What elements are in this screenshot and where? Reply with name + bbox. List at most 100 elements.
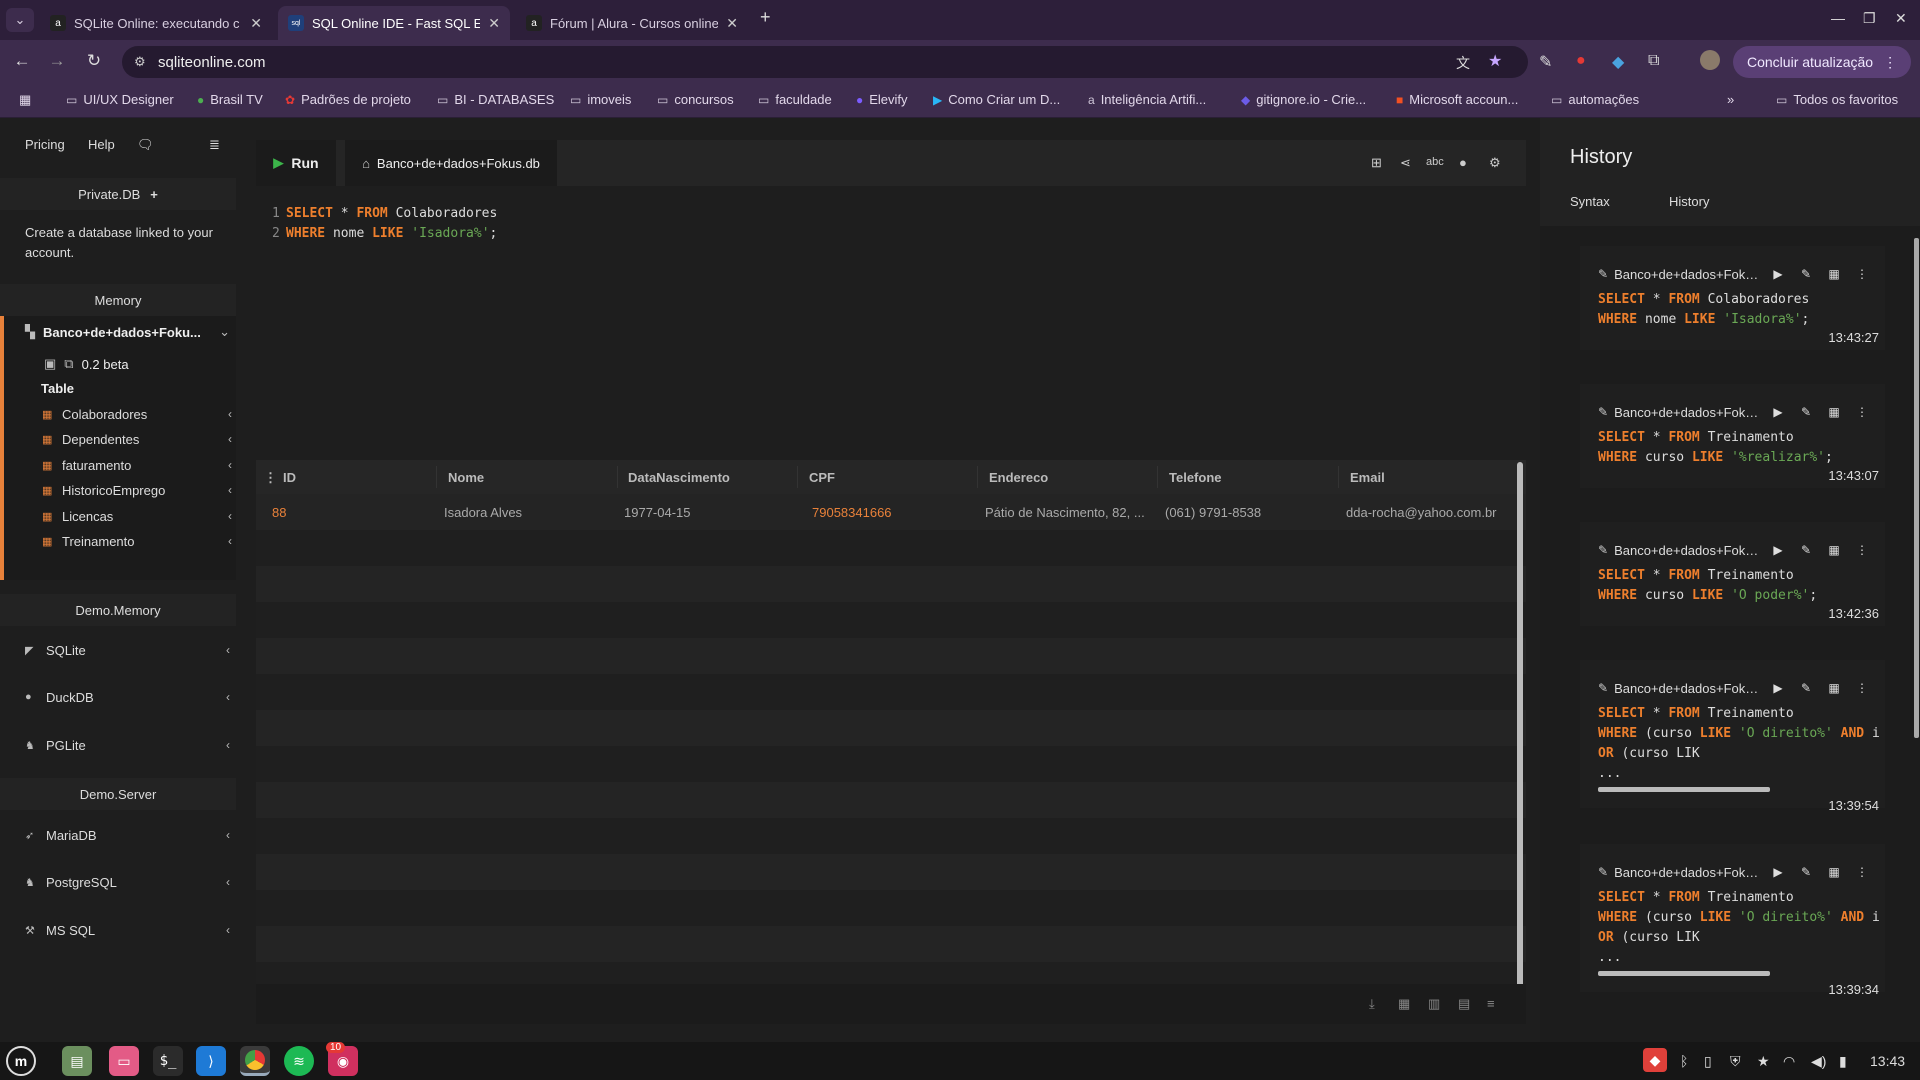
edit-icon[interactable]: ✎	[1795, 267, 1817, 281]
history-scrollbar[interactable]	[1914, 238, 1919, 738]
history-entry[interactable]: ✎ Banco+de+dados+Foku... ▶ ✎ ▦ ⋮ SELECT …	[1580, 384, 1885, 488]
cell-nome[interactable]: Isadora Alves	[444, 505, 609, 520]
edit-icon[interactable]: ✎	[1795, 681, 1817, 695]
grid-scrollbar[interactable]	[1517, 462, 1523, 996]
clipboard-icon[interactable]: ▯	[1704, 1053, 1712, 1070]
tab-history[interactable]: History	[1669, 194, 1709, 209]
col-header-cpf[interactable]: CPF	[809, 470, 835, 485]
table-item-treinamento[interactable]: ▦ Treinamento ‹	[42, 529, 232, 553]
play-icon[interactable]: ▶	[1767, 405, 1789, 419]
tab-syntax[interactable]: Syntax	[1570, 194, 1610, 209]
vscode-icon[interactable]: ⟩	[196, 1046, 226, 1076]
pricing-link[interactable]: Pricing	[25, 137, 65, 152]
tab-list-button[interactable]: ⌄	[6, 8, 34, 32]
play-icon[interactable]: ▶	[1767, 267, 1789, 281]
browser-tab-2[interactable]: sql SQL Online IDE - Fast SQL Ed ✕	[278, 6, 510, 40]
col-header-nome[interactable]: Nome	[448, 470, 484, 485]
settings-gear-icon[interactable]: ⚙	[1489, 155, 1501, 171]
browser-tab-1[interactable]: a SQLite Online: executando c ✕	[40, 6, 272, 40]
apps-grid-icon[interactable]: ▦	[19, 92, 31, 108]
table-item-colaboradores[interactable]: ▦ Colaboradores ‹	[42, 402, 232, 426]
maximize-icon[interactable]: ❐	[1863, 10, 1876, 27]
bookmark-10[interactable]: ◆ gitignore.io - Crie...	[1241, 92, 1366, 107]
share-icon[interactable]: ⋖	[1400, 155, 1411, 171]
engine-pglite[interactable]: ♞ PGLite ‹	[25, 733, 230, 757]
column-menu-icon[interactable]: ⋮	[264, 470, 277, 486]
chrome-icon[interactable]	[240, 1046, 270, 1076]
bookmark-6[interactable]: ▭ faculdade	[758, 92, 832, 107]
profile-avatar[interactable]	[1700, 50, 1720, 70]
list-icon[interactable]: ≡	[1487, 996, 1495, 1011]
bookmark-1[interactable]: ● Brasil TV	[197, 92, 263, 107]
grid-icon[interactable]: ▦	[1823, 681, 1845, 695]
bookmark-2[interactable]: ✿ Padrões de projeto	[285, 92, 411, 107]
bookmark-3[interactable]: ▭ BI - DATABASES	[437, 92, 554, 107]
database-stack-icon[interactable]: ≣	[209, 137, 220, 153]
add-tab-icon[interactable]: ⊞	[1371, 155, 1382, 171]
help-link[interactable]: Help	[88, 137, 115, 152]
address-bar[interactable]: ⚙ sqliteonline.com 文 ★	[122, 46, 1528, 78]
close-tab-icon[interactable]: ✕	[726, 15, 738, 32]
cell-datanascimento[interactable]: 1977-04-15	[624, 505, 789, 520]
col-header-email[interactable]: Email	[1350, 470, 1385, 485]
code-scrollbar[interactable]	[1598, 971, 1770, 976]
update-button[interactable]: Concluir atualização ⋮	[1733, 46, 1912, 78]
site-info-icon[interactable]: ⚙	[134, 54, 146, 70]
battery-icon[interactable]: ▮	[1839, 1053, 1847, 1070]
cell-id[interactable]: 88	[272, 505, 422, 520]
edit-icon[interactable]: ✎	[1795, 405, 1817, 419]
add-icon[interactable]: +	[150, 187, 158, 202]
bookmark-0[interactable]: ▭ UI/UX Designer	[66, 92, 174, 107]
browser-tab-3[interactable]: a Fórum | Alura - Cursos online ✕	[516, 6, 748, 40]
chevron-down-icon[interactable]: ⌄	[219, 324, 230, 340]
engine-duckdb[interactable]: ● DuckDB ‹	[25, 685, 230, 709]
close-tab-icon[interactable]: ✕	[488, 15, 500, 32]
folder-icon[interactable]: ▭	[109, 1046, 139, 1076]
edit-icon[interactable]: ✎	[1795, 543, 1817, 557]
engine-mssql[interactable]: ⚒ MS SQL ‹	[25, 918, 230, 942]
shield-icon[interactable]: ⛨	[1730, 1053, 1741, 1070]
table-view-icon[interactable]: ▦	[1398, 996, 1410, 1012]
run-button[interactable]: ▶ Run	[256, 140, 336, 186]
user-icon[interactable]: ●	[1459, 155, 1467, 170]
private-db-header[interactable]: Private.DB +	[0, 178, 236, 210]
record-extension-icon[interactable]: ●	[1576, 52, 1586, 70]
play-icon[interactable]: ▶	[1767, 543, 1789, 557]
engine-mariadb[interactable]: ➶ MariaDB ‹	[25, 823, 230, 847]
cell-telefone[interactable]: (061) 9791-8538	[1165, 505, 1330, 520]
db-entry[interactable]: ▚ Banco+de+dados+Foku... ⌄	[25, 324, 230, 340]
spellcheck-icon[interactable]: abc	[1426, 156, 1444, 168]
grid-icon[interactable]: ▦	[1823, 405, 1845, 419]
bluetooth-icon[interactable]: ᛒ	[1680, 1053, 1688, 1069]
cell-cpf[interactable]: 79058341666	[812, 505, 972, 520]
notes-icon[interactable]: ▤	[1458, 996, 1470, 1012]
schema-icon[interactable]: ⧉	[64, 356, 73, 372]
edit-icon[interactable]: ✎	[1795, 865, 1817, 879]
chart-icon[interactable]: ▥	[1428, 996, 1440, 1012]
cell-email[interactable]: dda-rocha@yahoo.com.br	[1346, 505, 1516, 520]
col-header-telefone[interactable]: Telefone	[1169, 470, 1222, 485]
engine-postgresql[interactable]: ♞ PostgreSQL ‹	[25, 870, 230, 894]
terminal-icon[interactable]: $_	[153, 1046, 183, 1076]
close-tab-icon[interactable]: ✕	[250, 15, 262, 32]
close-window-icon[interactable]: ✕	[1895, 10, 1907, 27]
history-entry[interactable]: ✎ Banco+de+dados+Foku... ▶ ✎ ▦ ⋮ SELECT …	[1580, 844, 1885, 997]
files-manager-icon[interactable]: ▤	[62, 1046, 92, 1076]
cell-endereco[interactable]: Pátio de Nascimento, 82, ...	[985, 505, 1153, 520]
play-icon[interactable]: ▶	[1767, 865, 1789, 879]
spotify-icon[interactable]: ≋	[284, 1046, 314, 1076]
more-icon[interactable]: ⋮	[1851, 267, 1873, 281]
reload-icon[interactable]: ↻	[82, 51, 106, 71]
bookmark-4[interactable]: ▭ imoveis	[570, 92, 631, 107]
more-icon[interactable]: ⋮	[1851, 543, 1873, 557]
minimize-icon[interactable]: —	[1831, 10, 1845, 26]
menu-logo-icon[interactable]: m	[6, 1046, 36, 1076]
bookmark-11[interactable]: ■ Microsoft accoun...	[1396, 92, 1518, 107]
bookmark-5[interactable]: ▭ concursos	[657, 92, 734, 107]
translate-icon[interactable]: 文	[1456, 53, 1470, 73]
extension-icon[interactable]: ◆	[1612, 52, 1624, 72]
wifi-icon[interactable]: ◠	[1783, 1053, 1795, 1070]
all-bookmarks[interactable]: ▭ Todos os favoritos	[1776, 92, 1898, 107]
more-icon[interactable]: ⋮	[1851, 681, 1873, 695]
play-icon[interactable]: ▶	[1767, 681, 1789, 695]
